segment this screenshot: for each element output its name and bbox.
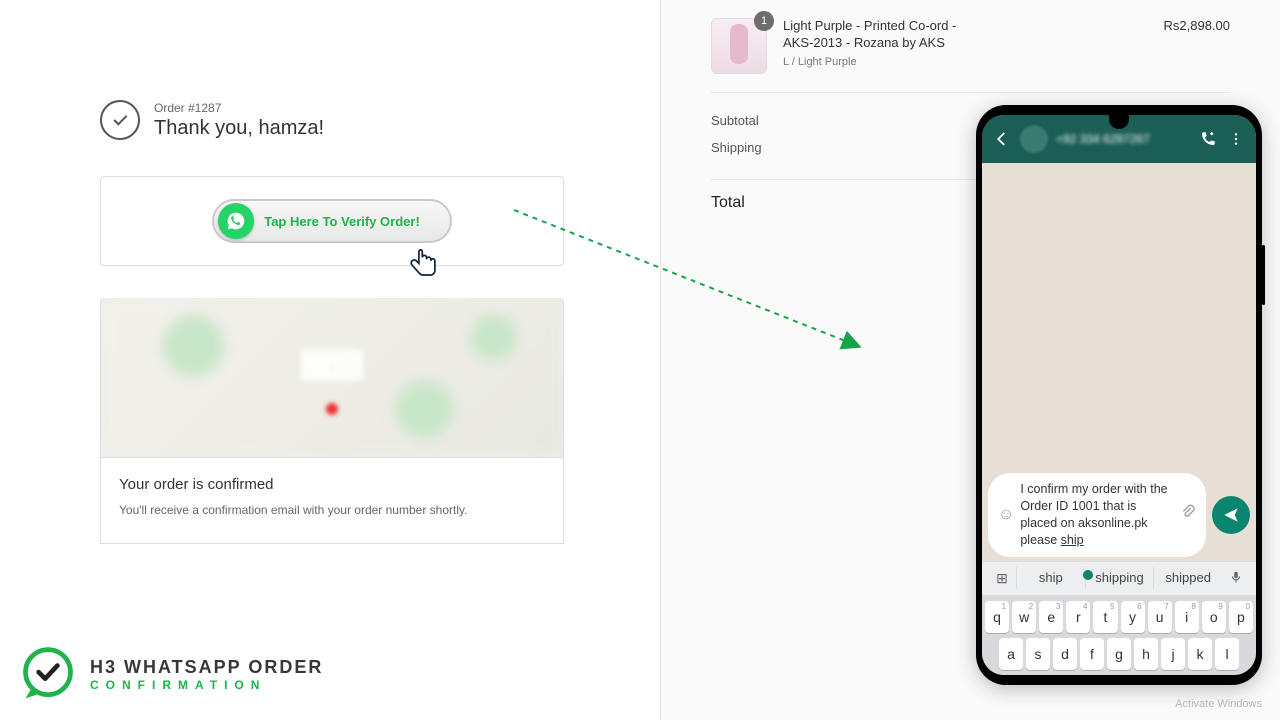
emoji-icon[interactable]: ☺ (998, 506, 1014, 524)
item-price: Rs2,898.00 (1164, 18, 1231, 33)
order-confirmed-card: Your order is confirmed You'll receive a… (100, 458, 564, 544)
back-arrow-icon[interactable] (992, 129, 1012, 149)
verify-button-label: Tap Here To Verify Order! (264, 214, 420, 229)
key-f[interactable]: f (1080, 638, 1104, 670)
key-a[interactable]: a (999, 638, 1023, 670)
suggestion-2[interactable]: shipping (1085, 567, 1154, 589)
send-button[interactable] (1212, 496, 1250, 534)
key-u[interactable]: u7 (1148, 601, 1172, 633)
key-r[interactable]: r4 (1066, 601, 1090, 633)
checkmark-circle-icon (100, 100, 140, 140)
key-g[interactable]: g (1107, 638, 1131, 670)
message-text: I confirm my order with the Order ID 100… (1020, 481, 1174, 549)
contact-number[interactable]: +92 334 6297267 (1056, 132, 1190, 146)
key-c[interactable]: c (1079, 675, 1104, 676)
key-s[interactable]: s (1026, 638, 1050, 670)
delivery-map: . (100, 298, 564, 458)
brand-logo-block: H3 WHATSAPP ORDER CONFIRMATION (18, 644, 323, 704)
checkout-left-pane: Order #1287 Thank you, hamza! Tap Here T… (0, 0, 660, 720)
item-variant: L / Light Purple (783, 56, 1148, 68)
suggestion-3[interactable]: shipped (1153, 567, 1222, 589)
verify-order-button[interactable]: Tap Here To Verify Order! (212, 199, 452, 243)
whatsapp-icon (218, 203, 254, 239)
shipping-label: Shipping (711, 140, 762, 155)
more-menu-icon[interactable] (1226, 129, 1246, 149)
confirmed-title: Your order is confirmed (119, 476, 545, 493)
key-m[interactable]: m (1190, 675, 1215, 676)
backspace-key[interactable] (1218, 675, 1253, 676)
brand-subtitle: CONFIRMATION (90, 678, 323, 692)
key-x[interactable]: x (1051, 675, 1076, 676)
message-input-row: ☺ I confirm my order with the Order ID 1… (982, 469, 1256, 561)
shift-key[interactable] (985, 675, 1020, 676)
key-d[interactable]: d (1053, 638, 1077, 670)
keyboard-options-icon[interactable]: ⊞ (988, 570, 1016, 587)
line-item: 1 Light Purple - Printed Co-ord - AKS-20… (711, 10, 1230, 93)
brand-logo-icon (18, 644, 78, 704)
activate-windows-watermark: Activate Windows (1175, 698, 1262, 710)
total-label: Total (711, 194, 745, 212)
mic-icon[interactable] (1222, 570, 1250, 587)
suggestion-1[interactable]: ship (1016, 567, 1085, 589)
key-y[interactable]: y6 (1121, 601, 1145, 633)
chat-body (982, 163, 1256, 469)
attach-icon[interactable] (1180, 504, 1196, 525)
message-input[interactable]: ☺ I confirm my order with the Order ID 1… (988, 473, 1206, 557)
thank-you-heading: Thank you, hamza! (154, 117, 324, 140)
key-q[interactable]: q1 (985, 601, 1009, 633)
contact-avatar[interactable] (1020, 125, 1048, 153)
verify-order-panel: Tap Here To Verify Order! (100, 176, 564, 266)
brand-title: H3 WHATSAPP ORDER (90, 657, 323, 678)
order-number: Order #1287 (154, 101, 324, 115)
text-cursor-handle-icon[interactable] (1083, 570, 1093, 580)
key-z[interactable]: z (1023, 675, 1048, 676)
order-header: Order #1287 Thank you, hamza! (100, 100, 640, 140)
key-t[interactable]: t5 (1093, 601, 1117, 633)
key-j[interactable]: j (1161, 638, 1185, 670)
key-o[interactable]: o9 (1202, 601, 1226, 633)
key-w[interactable]: w2 (1012, 601, 1036, 633)
key-l[interactable]: l (1215, 638, 1239, 670)
phone-mockup: +92 334 6297267 ☺ I confirm my order wit… (976, 105, 1262, 685)
key-k[interactable]: k (1188, 638, 1212, 670)
key-h[interactable]: h (1134, 638, 1158, 670)
pointer-hand-icon (407, 247, 441, 285)
qty-badge: 1 (754, 11, 774, 31)
key-p[interactable]: p0 (1229, 601, 1253, 633)
keyboard-suggestions: ⊞ ship shipping shipped (982, 561, 1256, 595)
key-e[interactable]: e3 (1039, 601, 1063, 633)
confirmed-message: You'll receive a confirmation email with… (119, 503, 545, 517)
product-thumbnail: 1 (711, 18, 767, 74)
subtotal-label: Subtotal (711, 113, 759, 128)
map-pin-icon (326, 403, 338, 415)
item-title: Light Purple - Printed Co-ord - AKS-2013… (783, 18, 983, 52)
key-b[interactable]: b (1134, 675, 1159, 676)
key-n[interactable]: n (1162, 675, 1187, 676)
key-i[interactable]: i8 (1175, 601, 1199, 633)
phone-call-icon[interactable] (1198, 129, 1218, 149)
keyboard: q1w2e3r4t5y6u7i8o9p0 asdfghjkl zxcvbnm ?… (982, 595, 1256, 676)
key-v[interactable]: v (1107, 675, 1132, 676)
